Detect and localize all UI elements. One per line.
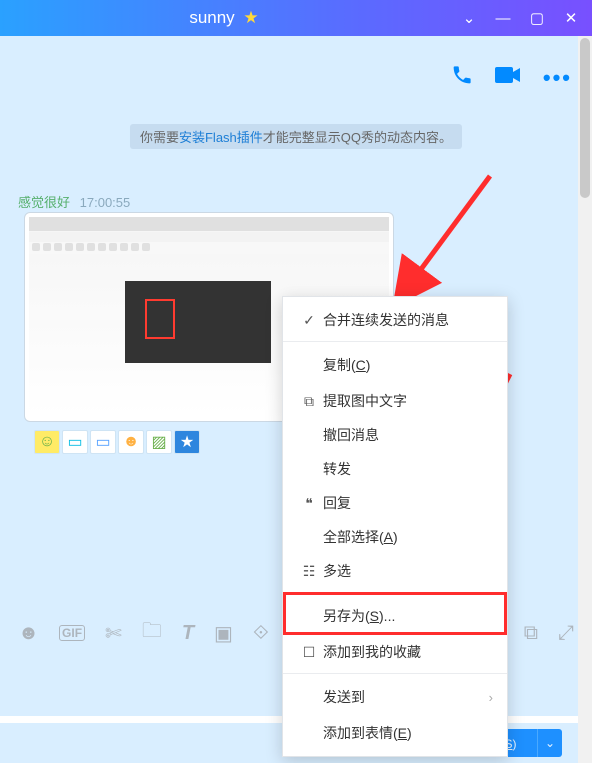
window-controls: ⌄ ― ▢ ✕ [448,11,592,25]
menu-multiselect[interactable]: ☷ 多选 [283,554,507,588]
message-header: 感觉很好 17:00:55 [18,192,130,211]
menu-forward[interactable]: 转发 [283,452,507,486]
call-toolbar: ••• [451,64,572,92]
reaction-row: ☺ ▭ ▭ ☻ ▨ ★ [34,430,200,454]
picture-icon[interactable]: ▨ [146,430,172,454]
context-menu: ✓ 合并连续发送的消息 复制(C) ⧉ 提取图中文字 撤回消息 转发 ❝ 回复 [282,296,508,757]
menu-reply[interactable]: ❝ 回复 [283,486,507,520]
paste-button[interactable]: T [182,622,194,645]
flash-notice: 你需要安装Flash插件才能完整显示QQ秀的动态内容。 [130,124,462,149]
vertical-scrollbar[interactable] [578,36,592,763]
menu-copy[interactable]: 复制(C) [283,341,507,384]
cut-button[interactable]: ✄ [105,621,122,646]
chevron-right-icon: › [489,690,493,705]
menu-label: 复制(C) [321,355,493,375]
dropdown-icon[interactable]: ⌄ [462,11,476,25]
minimize-button[interactable]: ― [496,11,510,25]
menu-label: 合并连续发送的消息 [321,310,493,330]
maximize-button[interactable]: ▢ [530,11,544,25]
menu-extract-text[interactable]: ⧉ 提取图中文字 [283,384,507,418]
window-title: sunny ★ [0,8,448,28]
display-icon[interactable]: ▭ [90,430,116,454]
contact-name: sunny [189,8,234,27]
check-icon: ✓ [297,312,321,329]
menu-label: 发送到 [321,687,489,707]
menu-send-to[interactable]: 发送到 › [283,673,507,716]
multiselect-icon: ☷ [297,563,321,580]
bookmark-icon: ☐ [297,644,321,661]
menu-label: 添加到我的收藏 [321,642,493,662]
expand-button[interactable]: ⤢ [558,622,574,645]
close-window-button[interactable]: ✕ [564,11,578,25]
menu-select-all[interactable]: 全部选择(A) [283,520,507,554]
sender-name: 感觉很好 [18,195,70,210]
app-window: sunny ★ ⌄ ― ▢ ✕ ••• 你需要安装Flash插件才能完整显示QQ… [0,0,592,763]
gif-button[interactable]: GIF [59,625,85,641]
star-icon[interactable]: ★ [174,430,200,454]
menu-label: 回复 [321,493,493,513]
file-button[interactable]: 🗀 [142,616,162,650]
flash-text-pre: 你需要 [140,130,179,145]
history-button[interactable]: ⧉ [524,622,538,645]
menu-label: 转发 [321,459,493,479]
shake-button[interactable]: ⟐ [253,622,269,645]
favorite-star-icon: ★ [243,8,258,27]
install-flash-link[interactable]: 安装Flash插件 [179,130,263,145]
reply-icon: ❝ [297,495,321,512]
message-time: 17:00:55 [80,195,131,210]
image-button[interactable]: ▣ [214,621,233,646]
menu-label: 提取图中文字 [321,391,493,411]
smile-icon[interactable]: ☻ [118,430,144,454]
emoji-icon[interactable]: ☺ [34,430,60,454]
chat-body: ••• 你需要安装Flash插件才能完整显示QQ秀的动态内容。 感觉很好 17:… [0,36,592,716]
menu-label: 全部选择(A) [321,527,493,547]
menu-merge-messages[interactable]: ✓ 合并连续发送的消息 [283,303,507,337]
voice-call-icon[interactable] [451,64,473,92]
menu-label: 多选 [321,561,493,581]
video-call-icon[interactable] [495,65,521,91]
emoji-button[interactable]: ☻ [18,622,39,645]
scrollbar-thumb[interactable] [580,38,590,198]
menu-add-emoji[interactable]: 添加到表情(E) [283,716,507,750]
menu-add-favorite[interactable]: ☐ 添加到我的收藏 [283,635,507,669]
extract-text-icon: ⧉ [297,393,321,410]
menu-label: 添加到表情(E) [321,723,493,743]
more-options-icon[interactable]: ••• [543,65,572,91]
send-dropdown[interactable]: ⌄ [537,729,562,757]
menu-label: 撤回消息 [321,425,493,445]
menu-save-as[interactable]: 另存为(S)... [283,592,507,635]
menu-recall[interactable]: 撤回消息 [283,418,507,452]
menu-label: 另存为(S)... [321,606,493,626]
title-bar: sunny ★ ⌄ ― ▢ ✕ [0,0,592,36]
flash-text-post: 才能完整显示QQ秀的动态内容。 [263,130,452,145]
screen-icon[interactable]: ▭ [62,430,88,454]
annotation-arrow-1 [410,166,500,289]
